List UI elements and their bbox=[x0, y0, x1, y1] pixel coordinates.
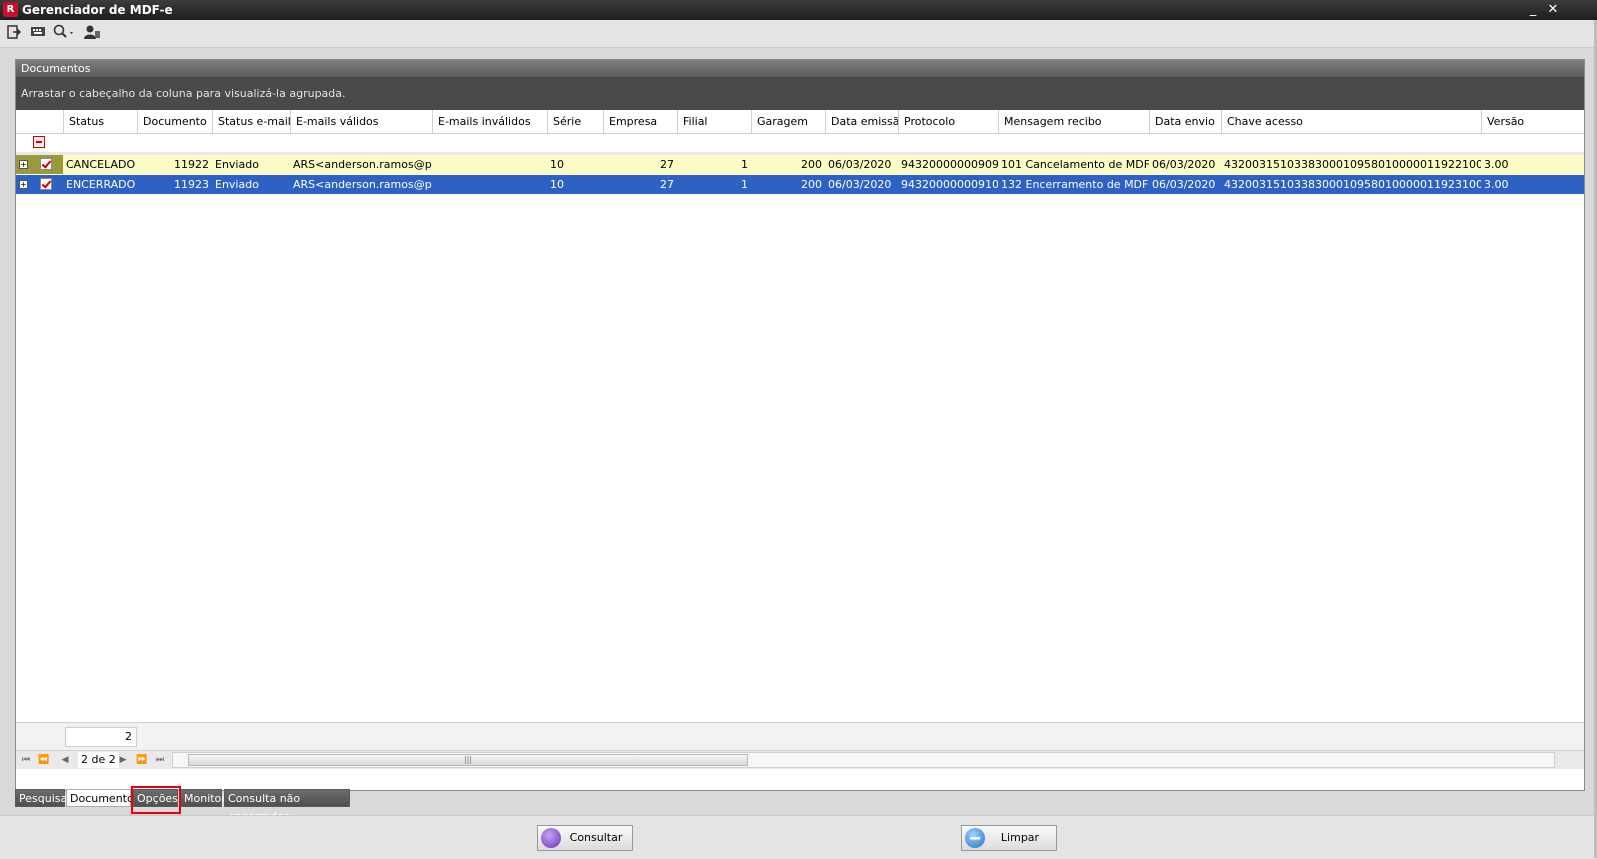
cell-mensagem-recibo: 101 Cancelamento de MDF-e… bbox=[1001, 158, 1149, 171]
tab-opcoes[interactable]: Opções bbox=[133, 789, 178, 807]
cell-data-envio: 06/03/2020 bbox=[1152, 158, 1216, 171]
column-header-row: Status Documento Status e-mail E-mails v… bbox=[16, 110, 1584, 134]
cell-protocolo: 943200000009101 bbox=[901, 178, 998, 191]
summary-footer: 2 bbox=[16, 722, 1584, 750]
cell-chave-acesso: 4320031510338300010958010000011922100552… bbox=[1224, 158, 1481, 171]
cell-data-emissao: 06/03/2020 bbox=[828, 158, 892, 171]
first-page-icon[interactable]: ⏮ bbox=[19, 753, 33, 767]
cell-chave-acesso: 4320031510338300010958010000011923100552… bbox=[1224, 178, 1481, 191]
tab-documentos[interactable]: Documentos bbox=[66, 789, 139, 807]
clear-filter-icon[interactable] bbox=[33, 136, 45, 148]
limpar-button[interactable]: Limpar bbox=[961, 825, 1057, 851]
consultar-button[interactable]: Consultar bbox=[537, 825, 633, 851]
scrollbar-thumb[interactable]: ||| bbox=[188, 754, 748, 766]
window-title: Gerenciador de MDF-e bbox=[22, 3, 173, 17]
filter-row bbox=[16, 134, 1584, 153]
column-header-serie[interactable]: Série bbox=[547, 110, 603, 133]
navigation-bar: ⏮ ⏪ ◀ 2 de 2 ▶ ⏩ ⏭ ||| bbox=[16, 750, 1584, 769]
action-bar: Consultar Limpar bbox=[0, 815, 1597, 859]
column-header-status[interactable]: Status bbox=[63, 110, 137, 133]
cell-data-emissao: 06/03/2020 bbox=[828, 178, 892, 191]
export-icon[interactable] bbox=[6, 24, 22, 42]
column-header-emails-invalidos[interactable]: E-mails inválidos bbox=[432, 110, 547, 133]
tab-monitor[interactable]: Monitor bbox=[180, 789, 226, 807]
column-header-data-emissao[interactable]: Data emissão bbox=[825, 110, 898, 133]
keyboard-icon[interactable] bbox=[29, 24, 47, 42]
record-count: 2 bbox=[65, 727, 137, 747]
cell-versao: 3.00 bbox=[1484, 178, 1509, 191]
column-header-protocolo[interactable]: Protocolo bbox=[898, 110, 998, 133]
expand-row-icon[interactable]: + bbox=[19, 160, 28, 169]
next-page-icon[interactable]: ▶ bbox=[116, 753, 130, 767]
row-checkbox[interactable] bbox=[40, 178, 52, 190]
next-block-icon[interactable]: ⏩ bbox=[135, 753, 149, 767]
cell-garagem: 200 bbox=[801, 158, 822, 171]
column-header-documento[interactable]: Documento bbox=[137, 110, 212, 133]
consultar-label: Consultar bbox=[569, 831, 623, 844]
column-header-status-email[interactable]: Status e-mail bbox=[212, 110, 290, 133]
user-icon[interactable] bbox=[83, 24, 101, 42]
cell-serie: 10 bbox=[550, 158, 564, 171]
cell-protocolo: 943200000009096 bbox=[901, 158, 998, 171]
documents-panel: Documentos Arrastar o cabeçalho da colun… bbox=[15, 59, 1585, 791]
minimize-button[interactable]: _ bbox=[1525, 2, 1541, 18]
horizontal-scrollbar[interactable]: ||| bbox=[172, 752, 1555, 768]
search-dropdown-icon[interactable] bbox=[53, 24, 77, 42]
expand-row-icon[interactable]: + bbox=[19, 180, 28, 189]
cell-data-envio: 06/03/2020 bbox=[1152, 178, 1216, 191]
table-row[interactable]: + ENCERRADO 11923 Enviado ARS<anderson.r… bbox=[16, 175, 1584, 194]
cell-status: CANCELADO bbox=[66, 158, 136, 171]
cell-mensagem-recibo: 132 Encerramento de MDF-e… bbox=[1001, 178, 1149, 191]
column-header-empresa[interactable]: Empresa bbox=[603, 110, 677, 133]
column-header-mensagem-recibo[interactable]: Mensagem recibo bbox=[998, 110, 1149, 133]
tab-consulta-nao-encerrados[interactable]: Consulta não encerrados bbox=[224, 789, 350, 823]
group-by-area[interactable]: Arrastar o cabeçalho da coluna para visu… bbox=[16, 77, 1584, 110]
column-header-versao[interactable]: Versão bbox=[1481, 110, 1551, 133]
limpar-label: Limpar bbox=[1000, 831, 1040, 844]
cell-documento: 11922 bbox=[174, 158, 209, 171]
table-row[interactable]: + CANCELADO 11922 Enviado ARS<anderson.r… bbox=[16, 155, 1584, 174]
cell-empresa: 27 bbox=[660, 158, 674, 171]
column-header-garagem[interactable]: Garagem bbox=[751, 110, 825, 133]
cell-garagem: 200 bbox=[801, 178, 822, 191]
title-bar: R Gerenciador de MDF-e _ ✕ bbox=[0, 0, 1597, 20]
close-button[interactable]: ✕ bbox=[1545, 2, 1561, 18]
cell-status-email: Enviado bbox=[215, 178, 259, 191]
app-logo-icon: R bbox=[3, 2, 18, 17]
column-header-filial[interactable]: Filial bbox=[677, 110, 751, 133]
column-header-emails-validos[interactable]: E-mails válidos bbox=[290, 110, 432, 133]
cell-emails-validos: ARS<anderson.ramos@pr… bbox=[293, 158, 432, 171]
cell-status-email: Enviado bbox=[215, 158, 259, 171]
cell-filial: 1 bbox=[741, 158, 748, 171]
column-header-chave-acesso[interactable]: Chave acesso bbox=[1221, 110, 1481, 133]
last-page-icon[interactable]: ⏭ bbox=[153, 753, 167, 767]
cell-status: ENCERRADO bbox=[66, 178, 136, 191]
cell-emails-validos: ARS<anderson.ramos@pr… bbox=[293, 178, 432, 191]
previous-page-icon[interactable]: ◀ bbox=[58, 753, 72, 767]
cell-documento: 11923 bbox=[174, 178, 209, 191]
cell-versao: 3.00 bbox=[1484, 158, 1509, 171]
cell-emails-invalidos bbox=[432, 175, 547, 194]
previous-block-icon[interactable]: ⏪ bbox=[37, 753, 51, 767]
cell-empresa: 27 bbox=[660, 178, 674, 191]
cell-emails-invalidos bbox=[432, 155, 547, 174]
row-checkbox[interactable] bbox=[40, 158, 52, 170]
cell-serie: 10 bbox=[550, 178, 564, 191]
page-indicator: 2 de 2 bbox=[78, 752, 119, 768]
tab-pesquisa[interactable]: Pesquisa bbox=[15, 789, 67, 807]
cell-filial: 1 bbox=[741, 178, 748, 191]
toolbar bbox=[0, 20, 1597, 48]
panel-title: Documentos bbox=[16, 60, 1584, 77]
column-header-data-envio[interactable]: Data envio bbox=[1149, 110, 1221, 133]
